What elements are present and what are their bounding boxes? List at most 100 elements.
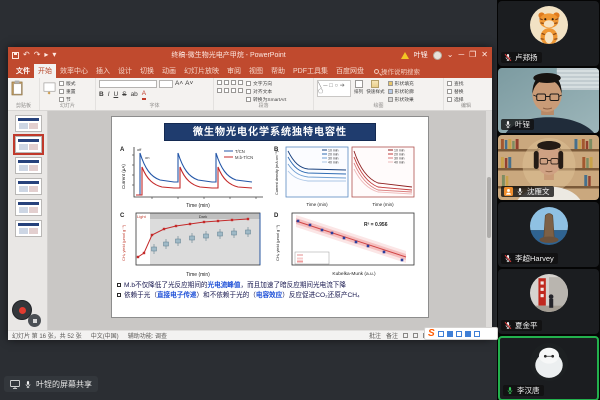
font-color-button[interactable]: A xyxy=(142,91,146,100)
svg-text:M.b-T/CN: M.b-T/CN xyxy=(235,155,253,160)
participant-tile[interactable]: 卢郑扬 xyxy=(498,1,599,66)
ribbon-tab-6[interactable]: 切换 xyxy=(136,64,158,78)
align-left-icon[interactable] xyxy=(217,88,222,93)
sogou-input-toolbar[interactable]: S xyxy=(424,327,498,340)
indent-icon[interactable] xyxy=(231,80,236,85)
undo-icon[interactable]: ↶ xyxy=(23,51,30,59)
save-icon[interactable] xyxy=(12,52,19,59)
participant-tile[interactable]: 夏金平 xyxy=(498,269,599,334)
participant-tile[interactable]: 沈雁文 xyxy=(498,135,599,200)
paragraph-group: 文字方向 对齐文本 转换为SmartArt 段落 xyxy=(214,78,314,110)
shrink-font-icon[interactable]: A˅ xyxy=(185,81,193,88)
bullet-marker-icon xyxy=(117,283,121,287)
minimize-button[interactable]: ─ xyxy=(458,51,464,59)
ribbon-tab-5[interactable]: 设计 xyxy=(114,64,136,78)
strikethrough-button[interactable]: S xyxy=(122,92,126,99)
ribbon-options-icon[interactable]: ⌄ xyxy=(447,51,454,59)
ribbon-tab-1[interactable]: 文件 xyxy=(12,64,34,78)
ribbon-tab-7[interactable]: 动画 xyxy=(158,64,180,78)
bold-button[interactable]: B xyxy=(99,92,104,99)
find-button[interactable]: 查找 xyxy=(447,80,464,87)
ribbon-tab-3[interactable]: 效率中心 xyxy=(56,64,92,78)
normal-view-icon[interactable] xyxy=(403,333,408,338)
font-name-box[interactable] xyxy=(99,80,157,88)
svg-text:on: on xyxy=(145,155,149,160)
ime-toolbox-icon[interactable] xyxy=(474,331,480,337)
shapes-gallery[interactable]: ╲ ─ □ ○ ➔ ⬠ xyxy=(317,80,351,97)
name-pill: 夏金平 xyxy=(501,320,542,331)
clipboard-group: 剪贴板 xyxy=(8,78,40,110)
layout-button[interactable]: 版式 xyxy=(59,80,76,87)
participant-tile-active-speaker[interactable]: 李汉唐 xyxy=(498,336,599,400)
restore-button[interactable]: ❐ xyxy=(469,51,476,59)
mic-on-icon xyxy=(516,187,524,196)
ribbon-tab-12[interactable]: PDF工具集 xyxy=(289,64,332,78)
ribbon: 剪贴板 ✦ 版式 重置 节 幻灯片 xyxy=(8,78,492,111)
slide-thumbnail[interactable] xyxy=(15,220,42,237)
ppt-titlebar[interactable]: ↶ ↷ ▸ ▾ 终稿-微生物光电产甲烷 - PowerPoint 叶锃 ⌄ ─ … xyxy=(8,47,492,63)
replace-button[interactable]: 替换 xyxy=(447,88,464,95)
underline-button[interactable]: U xyxy=(114,92,119,99)
slide-thumbnail-selected[interactable] xyxy=(15,136,42,153)
name-pill: 卢郑扬 xyxy=(501,52,542,63)
ime-punctuation-icon[interactable] xyxy=(447,331,453,337)
slide-sorter-icon[interactable] xyxy=(413,333,418,338)
participant-tile[interactable]: 李超Harvey xyxy=(498,202,599,267)
ime-keyboard-icon[interactable] xyxy=(465,331,471,337)
columns-icon[interactable] xyxy=(238,88,243,93)
slideshow-icon[interactable]: ▸ xyxy=(44,51,48,59)
name-pill: 李超Harvey xyxy=(501,253,558,264)
sea-stack-photo-icon xyxy=(530,207,568,245)
slide-thumbnail[interactable] xyxy=(15,157,42,174)
slide-thumbnail[interactable] xyxy=(15,178,42,195)
slide-thumbnail[interactable] xyxy=(15,199,42,216)
screen-recorder-widget[interactable] xyxy=(12,300,32,320)
avatar xyxy=(530,343,568,381)
svg-text:Dark: Dark xyxy=(199,214,207,219)
screen-share-banner[interactable]: 叶锃的屏幕共享 xyxy=(4,376,98,392)
svg-text:Light: Light xyxy=(137,214,147,219)
shadow-button[interactable]: ab xyxy=(131,92,138,99)
canvas-scrollbar[interactable] xyxy=(486,111,492,330)
text-direction-button[interactable]: 文字方向 xyxy=(246,80,286,87)
tell-me-search[interactable]: 操作说明搜索 xyxy=(374,66,420,78)
align-text-button[interactable]: 对齐文本 xyxy=(246,88,286,95)
sogou-logo-icon[interactable]: S xyxy=(428,329,435,339)
notes-button[interactable]: 备注 xyxy=(386,331,398,340)
line-spacing-icon[interactable] xyxy=(238,80,243,85)
italic-button[interactable]: I xyxy=(108,92,110,99)
quick-styles-button[interactable]: 快速样式 xyxy=(366,80,384,95)
shape-fill-button[interactable]: 形状填充 xyxy=(388,80,414,87)
ribbon-tab-10[interactable]: 视图 xyxy=(245,64,267,78)
shape-outline-button[interactable]: 形状轮廓 xyxy=(388,88,414,95)
accessibility-indicator[interactable]: 辅助功能: 调查 xyxy=(128,331,167,340)
reset-button[interactable]: 重置 xyxy=(59,88,76,95)
grow-font-icon[interactable]: A˄ xyxy=(175,81,183,88)
ribbon-tab-bar: 文件开始效率中心插入设计切换动画幻灯片放映审阅视图帮助PDF工具集百度网盘操作说… xyxy=(8,63,492,78)
ime-mode-icon[interactable] xyxy=(438,331,444,337)
bullet-marker-icon xyxy=(117,293,121,297)
align-center-icon[interactable] xyxy=(224,88,229,93)
ribbon-tab-9[interactable]: 审阅 xyxy=(223,64,245,78)
stop-button[interactable] xyxy=(28,314,41,327)
ribbon-tab-8[interactable]: 幻灯片放映 xyxy=(180,64,223,78)
bullets-icon[interactable] xyxy=(217,80,222,85)
language-indicator[interactable]: 中文(中国) xyxy=(91,331,119,340)
redo-icon[interactable]: ↷ xyxy=(34,51,41,59)
participant-tile[interactable]: 叶锃 xyxy=(498,68,599,133)
ribbon-tab-13[interactable]: 百度网盘 xyxy=(332,64,368,78)
font-size-box[interactable] xyxy=(159,80,173,88)
ime-mic-icon[interactable] xyxy=(456,331,462,337)
ribbon-tab-2[interactable]: 开始 xyxy=(34,64,56,78)
paste-icon[interactable] xyxy=(11,80,24,96)
slide-thumbnail[interactable] xyxy=(15,115,42,132)
account-avatar[interactable] xyxy=(433,51,442,60)
close-button[interactable]: ✕ xyxy=(481,51,488,59)
arrange-button[interactable]: 排列 xyxy=(354,80,363,95)
ribbon-tab-4[interactable]: 插入 xyxy=(92,64,114,78)
ribbon-tab-11[interactable]: 帮助 xyxy=(267,64,289,78)
align-right-icon[interactable] xyxy=(231,88,236,93)
new-slide-icon[interactable]: ✦ xyxy=(43,80,56,96)
comments-button[interactable]: 批注 xyxy=(369,331,381,340)
numbering-icon[interactable] xyxy=(224,80,229,85)
